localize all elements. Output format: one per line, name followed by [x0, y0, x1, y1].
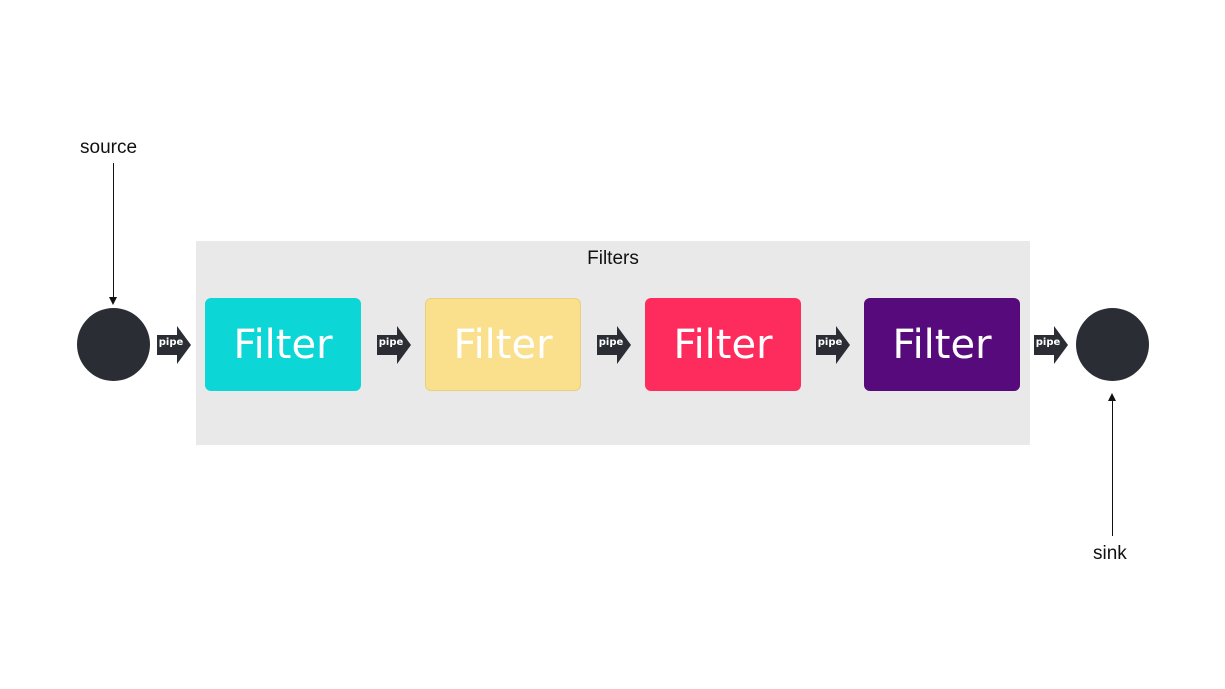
- pipes-and-filters-diagram: Filters source pipe Filter pipe Filter p…: [0, 0, 1225, 689]
- pipe-5: pipe: [1034, 326, 1068, 364]
- sink-node: [1076, 308, 1149, 381]
- pipe-label: pipe: [378, 337, 404, 348]
- sink-arrow-line: [1112, 398, 1113, 536]
- source-label: source: [80, 137, 138, 158]
- source-node: [77, 308, 150, 381]
- source-arrow-line: [113, 163, 114, 299]
- filter-2: Filter: [425, 298, 581, 391]
- filter-label: Filter: [453, 321, 553, 368]
- filters-group-title: Filters: [587, 248, 639, 269]
- filter-4: Filter: [864, 298, 1020, 391]
- filter-label: Filter: [892, 321, 992, 368]
- filter-3: Filter: [645, 298, 801, 391]
- pipe-1: pipe: [157, 326, 191, 364]
- pipe-4: pipe: [816, 326, 850, 364]
- pipe-label: pipe: [817, 337, 843, 348]
- pipe-label: pipe: [158, 337, 184, 348]
- source-arrowhead: [109, 297, 117, 305]
- pipe-label: pipe: [1035, 337, 1061, 348]
- filter-label: Filter: [233, 321, 333, 368]
- sink-label: sink: [1093, 543, 1127, 564]
- pipe-3: pipe: [597, 326, 631, 364]
- filter-1: Filter: [205, 298, 361, 391]
- filter-label: Filter: [673, 321, 773, 368]
- pipe-2: pipe: [377, 326, 411, 364]
- pipe-label: pipe: [598, 337, 624, 348]
